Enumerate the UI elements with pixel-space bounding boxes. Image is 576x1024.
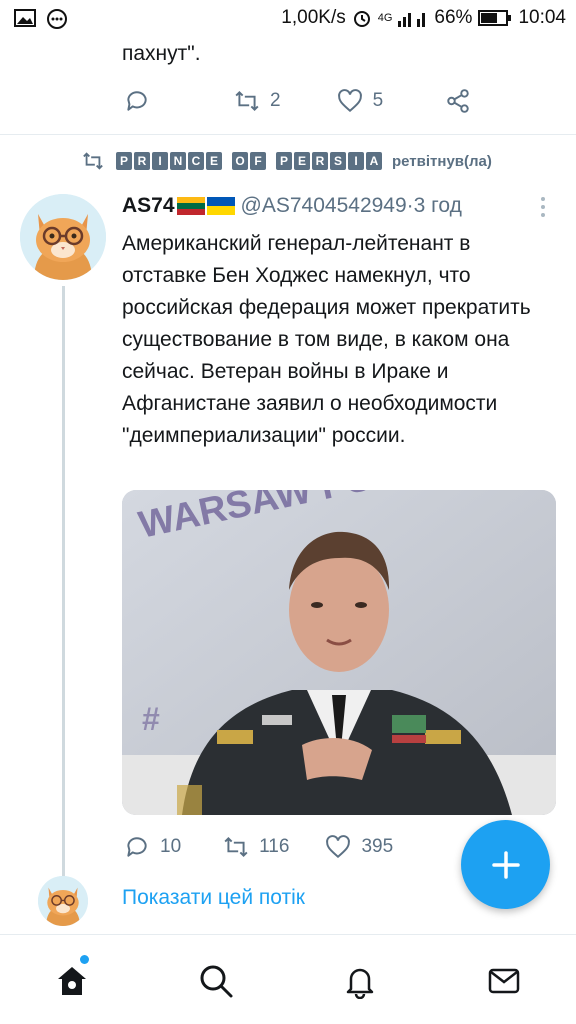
display-name[interactable]: AS74: [122, 194, 175, 218]
tweet-header: AS74 @AS7404542949 · 3 год: [122, 194, 462, 218]
retweet-suffix: ретвітнув(ла): [392, 152, 492, 170]
retweeter-name[interactable]: P R I N C E O F P E R S I A: [116, 152, 382, 170]
signal-icon: [398, 13, 426, 27]
chat-bubble-icon: [47, 9, 67, 29]
retweeter-name-letter: C: [188, 152, 204, 170]
network-type: 4G: [377, 12, 393, 24]
search-icon: [200, 965, 233, 998]
compose-tweet-button[interactable]: [461, 820, 550, 909]
reply-count: 10: [160, 836, 182, 857]
retweeter-name-letter: N: [170, 152, 186, 170]
heart-icon: [326, 835, 351, 859]
clock: 10:04: [518, 7, 566, 28]
meta-separator: ·: [406, 194, 414, 217]
retweet-button[interactable]: 116: [223, 834, 289, 860]
retweeter-name-letter: A: [366, 152, 382, 170]
twitter-timeline-screen: 1,00K/s 4G 66% 10:04 пахнут". 2 5 P R I …: [0, 0, 576, 1024]
user-handle[interactable]: @AS7404542949: [241, 194, 407, 218]
reply-icon: [127, 837, 147, 857]
tweet-time: 3 год: [413, 194, 462, 217]
tweet-media-image[interactable]: WARSAW FORUM #: [122, 490, 556, 815]
share-icon: [447, 89, 469, 113]
retweet-icon: [224, 836, 248, 858]
previous-tweet-text: пахнут".: [122, 42, 201, 65]
nav-notifications[interactable]: [340, 961, 380, 1001]
nav-search[interactable]: [196, 961, 236, 1001]
cat-with-glasses-avatar: [38, 876, 88, 926]
svg-text:#: #: [142, 701, 160, 737]
nav-messages[interactable]: [484, 961, 524, 1001]
retweeter-name-letter: P: [116, 152, 132, 170]
like-button[interactable]: 395: [325, 834, 393, 860]
more-options-icon[interactable]: [538, 196, 548, 218]
plus-icon: [491, 850, 520, 879]
cat-with-glasses-avatar: [20, 194, 106, 280]
general-photo: WARSAW FORUM #: [122, 490, 556, 815]
retweet-icon: [83, 152, 103, 170]
retweeter-name-space: [224, 152, 230, 170]
bottom-navigation: [0, 934, 576, 1024]
retweet-context[interactable]: P R I N C E O F P E R S I A ретвітнув(ла…: [80, 150, 492, 172]
tweet-actions: 10 116 395: [124, 834, 393, 860]
reply-button[interactable]: 10: [124, 834, 181, 860]
reply-button[interactable]: [124, 88, 150, 114]
lithuania-flag-icon: [176, 197, 205, 215]
heart-icon: [337, 89, 362, 113]
retweeter-name-letter: F: [250, 152, 266, 170]
ukraine-flag-icon: [206, 197, 235, 215]
retweeter-name-space: [268, 152, 274, 170]
tweet-text: Американский генерал-лейтенант в отставк…: [122, 232, 531, 447]
retweet-count: 2: [270, 90, 281, 111]
status-bar: 1,00K/s 4G 66% 10:04: [0, 0, 576, 38]
thread-avatar[interactable]: [38, 876, 88, 926]
retweeter-name-letter: I: [152, 152, 168, 170]
thread-line: [62, 286, 65, 876]
retweeter-name-letter: R: [134, 152, 150, 170]
reply-icon: [127, 91, 147, 111]
like-count: 395: [361, 836, 394, 857]
battery-percent: 66%: [434, 7, 473, 28]
retweeter-name-letter: O: [232, 152, 248, 170]
like-count: 5: [372, 90, 384, 111]
retweeter-name-letter: S: [330, 152, 346, 170]
retweeter-name-letter: R: [312, 152, 328, 170]
home-icon: [58, 967, 86, 995]
nav-home[interactable]: [52, 961, 92, 1001]
network-speed: 1,00K/s: [281, 7, 346, 28]
messages-icon: [488, 968, 520, 994]
retweet-count: 116: [259, 836, 290, 857]
like-button[interactable]: 5: [337, 88, 384, 114]
battery-icon: [478, 10, 512, 26]
share-button[interactable]: [445, 88, 471, 114]
previous-tweet-actions: 2 5: [124, 88, 471, 114]
notifications-icon: [346, 968, 374, 999]
retweeter-name-letter: I: [348, 152, 364, 170]
retweet-button[interactable]: 2: [234, 88, 281, 114]
retweeter-name-letter: E: [206, 152, 222, 170]
new-content-dot: [80, 955, 89, 964]
avatar[interactable]: [20, 194, 106, 280]
alarm-icon: [353, 11, 370, 27]
retweet-icon: [235, 90, 259, 112]
retweeter-name-letter: E: [294, 152, 310, 170]
show-thread-link[interactable]: Показати цей потік: [122, 886, 305, 910]
retweeter-name-letter: P: [276, 152, 292, 170]
gallery-icon: [14, 9, 36, 27]
tweet-divider: [0, 134, 576, 135]
